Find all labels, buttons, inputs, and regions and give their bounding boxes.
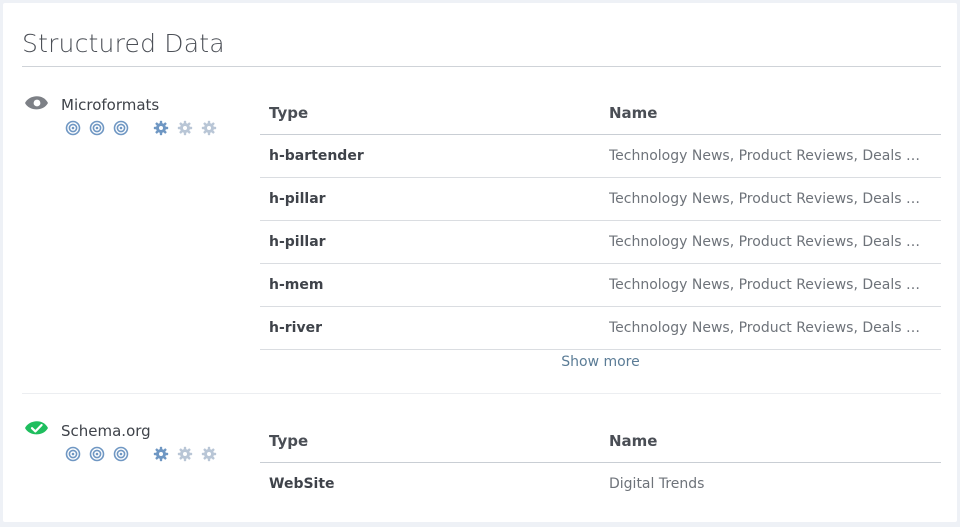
section-schema-org: Schema.org Type Name WebSite Digital Tre… (3, 395, 957, 522)
section-divider (22, 393, 941, 394)
section-title: Microformats (61, 96, 160, 114)
target-icon (65, 120, 81, 136)
check-circle-icon (23, 417, 51, 439)
cell-type: h-river (269, 320, 323, 336)
target-icon (113, 446, 129, 462)
table-row: h-bartender Technology News, Product Rev… (260, 135, 941, 178)
page-title: Structured Data (22, 29, 225, 58)
gear-icon (177, 120, 193, 136)
show-more-link[interactable]: Show more (260, 354, 941, 370)
cell-name: Technology News, Product Reviews, Deals … (609, 320, 925, 336)
target-icon (113, 120, 129, 136)
column-header-name: Name (609, 104, 658, 122)
cell-name: Technology News, Product Reviews, Deals … (609, 191, 925, 207)
table-row: h-pillar Technology News, Product Review… (260, 178, 941, 221)
gear-icon (153, 446, 169, 462)
cell-name: Technology News, Product Reviews, Deals … (609, 277, 925, 293)
table-row: WebSite Digital Trends (260, 463, 941, 505)
target-icon (89, 120, 105, 136)
section-title: Schema.org (61, 422, 151, 440)
section-microformats: Microformats Type Name h-bartender Techn… (3, 67, 957, 393)
table-row: h-river Technology News, Product Reviews… (260, 307, 941, 350)
target-icon (89, 446, 105, 462)
gear-icon (201, 120, 217, 136)
column-header-type: Type (269, 104, 309, 122)
cell-type: WebSite (269, 476, 335, 492)
cell-name: Digital Trends (609, 476, 705, 492)
table-row: h-pillar Technology News, Product Review… (260, 221, 941, 264)
cell-type: h-bartender (269, 148, 364, 164)
eye-icon (23, 92, 51, 114)
cell-name: Technology News, Product Reviews, Deals … (609, 148, 925, 164)
table-header: Type Name (260, 94, 941, 135)
table-header: Type Name (260, 422, 941, 463)
gear-icon (201, 446, 217, 462)
cell-type: h-mem (269, 277, 324, 293)
gear-icon (153, 120, 169, 136)
column-header-name: Name (609, 432, 658, 450)
microformats-table: Type Name h-bartender Technology News, P… (260, 94, 941, 370)
target-icon (65, 446, 81, 462)
schema-org-table: Type Name WebSite Digital Trends (260, 422, 941, 505)
gear-icon (177, 446, 193, 462)
cell-name: Technology News, Product Reviews, Deals … (609, 234, 925, 250)
structured-data-card: Structured Data Microformats Type Name h… (3, 3, 957, 522)
table-row: h-mem Technology News, Product Reviews, … (260, 264, 941, 307)
cell-type: h-pillar (269, 234, 326, 250)
cell-type: h-pillar (269, 191, 326, 207)
column-header-type: Type (269, 432, 309, 450)
